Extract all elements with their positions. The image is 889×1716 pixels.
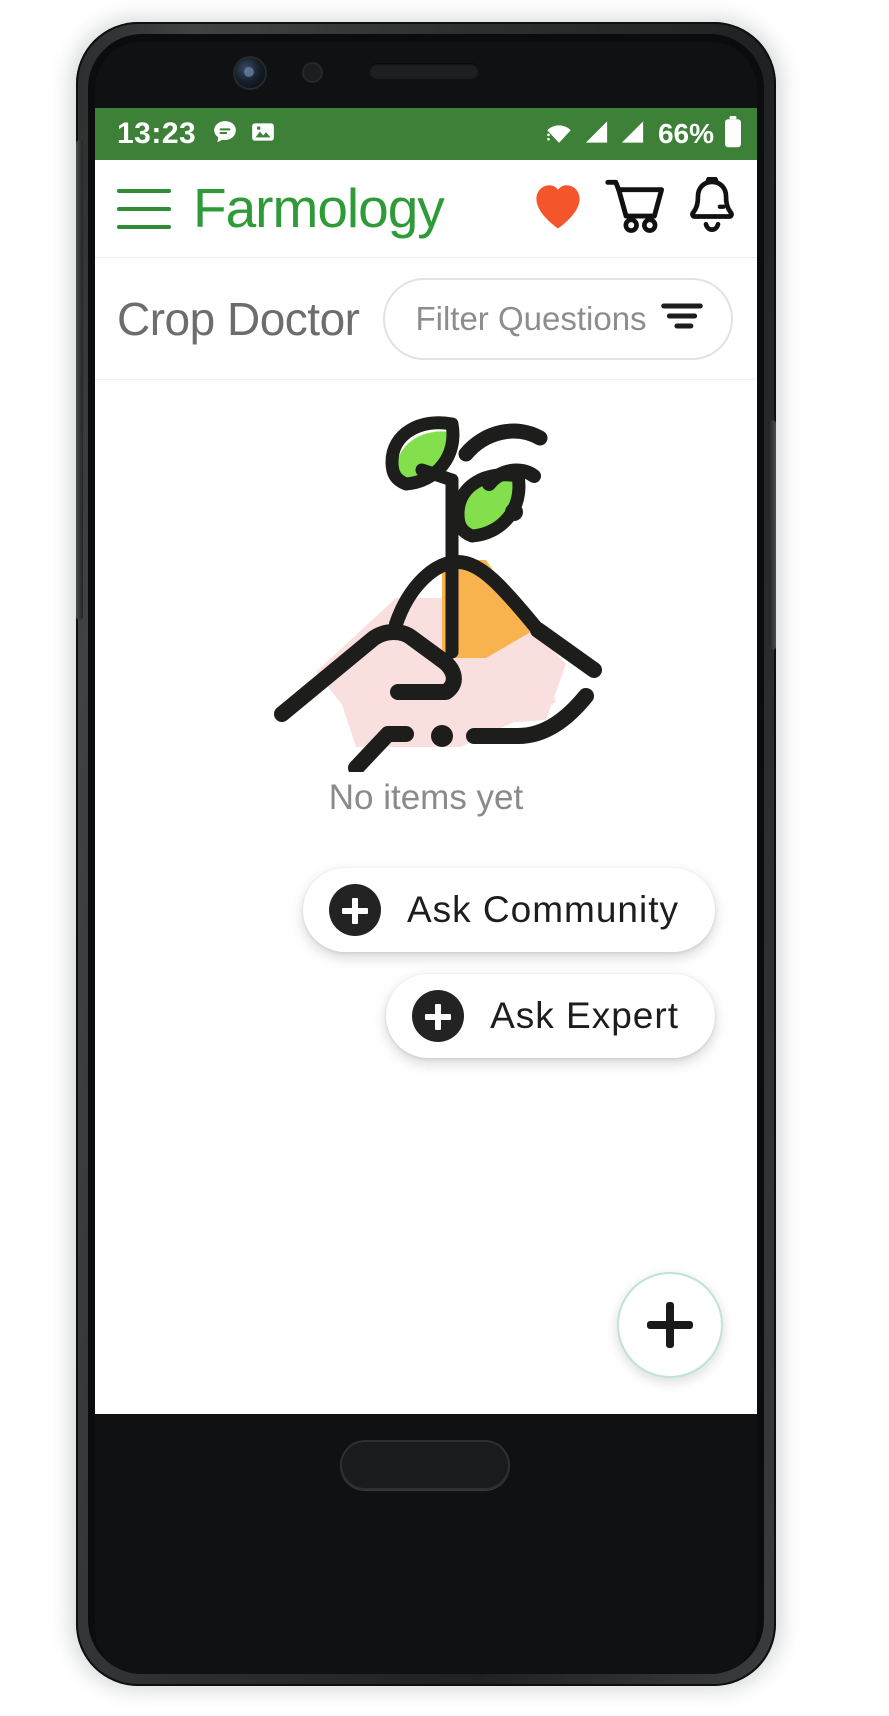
status-bar: 13:23 66% [95, 108, 757, 160]
app-brand-title: Farmology [193, 177, 445, 239]
page-title: Crop Doctor [117, 292, 360, 345]
battery-percent-label: 66% [657, 118, 714, 149]
screenshot-root: 13:23 66% Farmology Crop Doctor Filter Q… [0, 0, 889, 1716]
plus-icon [647, 1302, 693, 1348]
ask-expert-label: Ask Expert [490, 995, 679, 1036]
action-buttons: Ask Community Ask Expert [302, 868, 715, 1058]
earpiece-speaker-icon [369, 63, 479, 79]
signal-bars-icon [619, 119, 646, 150]
phone-screen: 13:23 66% Farmology Crop Doctor Filter Q… [95, 108, 757, 1414]
hamburger-line [117, 206, 171, 211]
home-button[interactable] [340, 1440, 510, 1490]
proximity-sensor-icon [304, 64, 321, 81]
front-camera-lens-glint [244, 67, 254, 77]
notifications-bell-icon[interactable] [685, 175, 739, 240]
sub-header: Crop Doctor Filter Questions [95, 258, 757, 380]
add-floating-action-button[interactable] [617, 1272, 723, 1378]
filter-questions-button[interactable]: Filter Questions [383, 277, 733, 360]
app-bar-actions [531, 175, 739, 240]
hamburger-line [117, 188, 171, 193]
signal-bars-icon [583, 119, 610, 150]
shopping-cart-icon[interactable] [603, 177, 667, 240]
favorites-heart-icon[interactable] [531, 181, 585, 236]
phone-volume-buttons[interactable] [76, 140, 83, 620]
message-icon [212, 119, 238, 150]
filter-questions-label: Filter Questions [415, 299, 647, 337]
ask-community-label: Ask Community [406, 889, 679, 930]
plus-icon [328, 884, 381, 936]
empty-state-label: No items yet [328, 778, 524, 817]
wifi-icon [544, 119, 574, 150]
status-bar-notification-icons [212, 119, 276, 150]
ask-expert-button[interactable]: Ask Expert [386, 974, 715, 1058]
battery-icon [723, 115, 743, 153]
app-bar: Farmology [95, 160, 757, 258]
filter-icon [659, 299, 705, 338]
image-icon [250, 119, 276, 150]
plus-icon [412, 990, 465, 1042]
hamburger-menu-icon[interactable] [117, 188, 171, 229]
status-bar-system-icons: 66% [544, 115, 743, 153]
hand-holding-sprout-illustration [246, 402, 606, 776]
content-area: No items yet Ask Community Ask Expert [95, 380, 757, 1414]
phone-power-button[interactable] [769, 420, 776, 650]
status-bar-clock: 13:23 [117, 117, 197, 150]
hamburger-line [117, 224, 171, 229]
ask-community-button[interactable]: Ask Community [302, 868, 715, 952]
